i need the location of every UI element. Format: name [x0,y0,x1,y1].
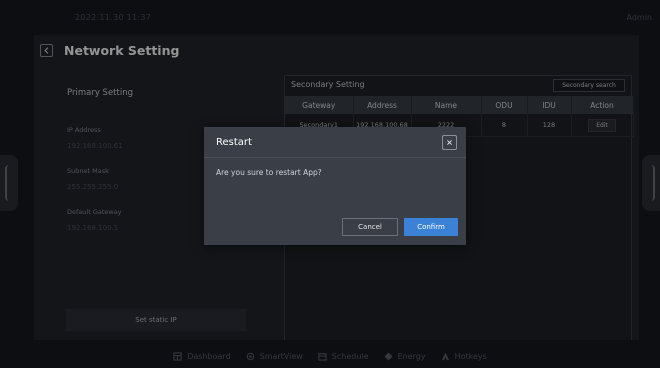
cancel-button[interactable]: Cancel [342,218,398,236]
dialog-message: Are you sure to restart App? [216,168,322,177]
dialog-divider [204,157,466,158]
dialog-title: Restart [216,137,252,148]
dialog-close-button[interactable] [442,135,457,150]
restart-dialog: Restart Are you sure to restart App? Can… [204,127,466,245]
close-icon [447,140,452,145]
confirm-button[interactable]: Confirm [404,218,458,236]
